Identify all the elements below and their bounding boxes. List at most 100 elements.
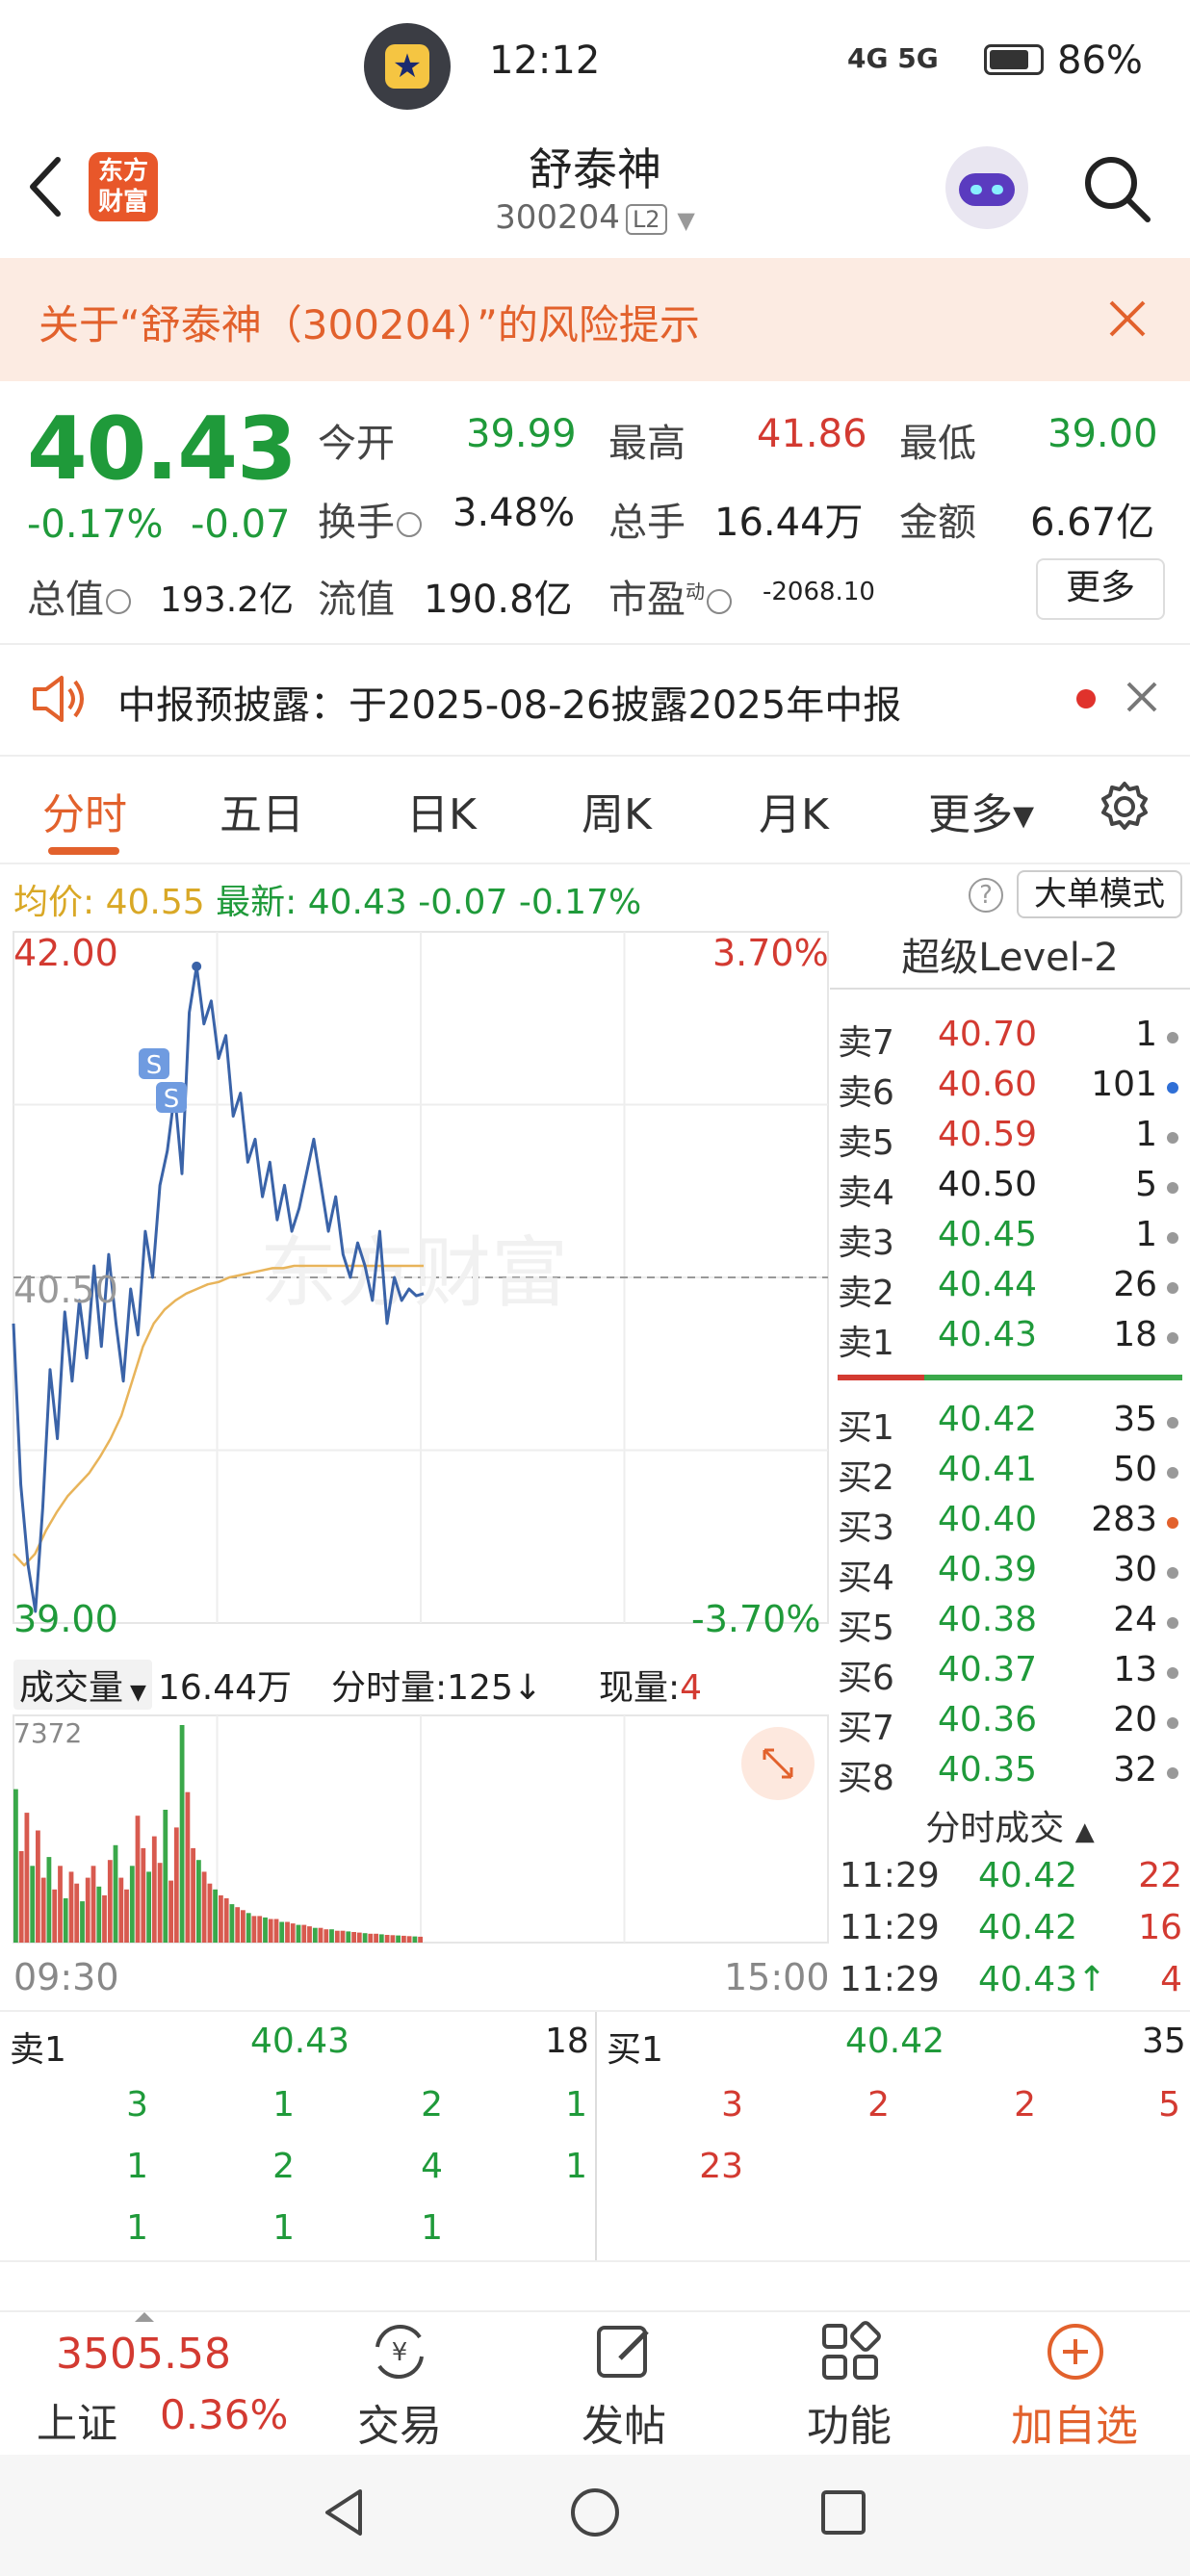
orderbook-level-label: 买7 [838, 1709, 894, 1748]
risk-banner-text[interactable]: 关于“舒泰神（300204）”的风险提示 [39, 293, 700, 351]
status-bar: ★ 12:12 4G 5G 86% [0, 0, 1190, 135]
trade-icon[interactable]: ¥ [366, 2318, 433, 2385]
pct-min-label: -3.70% [691, 1598, 821, 1640]
tab-monthly-k[interactable]: 月K [759, 780, 829, 841]
tab-five-day[interactable]: 五日 [220, 780, 304, 841]
queue-sell-cell: 2 [421, 2085, 443, 2125]
nav-add-watchlist[interactable]: 加自选 [1007, 2391, 1142, 2453]
pe-label[interactable]: 市盈动 [608, 568, 732, 624]
orderbook-row[interactable]: 卖2 40.44 26 [838, 1265, 1184, 1315]
float-label: 流值 [318, 578, 395, 622]
orderbook-row[interactable]: 买6 40.37 13 [838, 1650, 1184, 1700]
post-edit-icon[interactable] [591, 2318, 659, 2385]
tick-price: 40.42 [978, 1856, 1078, 1895]
turnover-label[interactable]: 换手 [318, 491, 422, 547]
volume-label: 总手 [608, 501, 686, 545]
close-icon[interactable] [1123, 678, 1161, 716]
change-amount: -0.07 [191, 502, 291, 547]
queue-sell-label: 卖1 [10, 2030, 66, 2070]
nav-trade[interactable]: 交易 [332, 2391, 467, 2453]
orderbook-row[interactable]: 卖3 40.45 1 [838, 1215, 1184, 1265]
divider [0, 643, 1190, 645]
tab-intraday[interactable]: 分时 [42, 780, 127, 841]
orderbook-dot [1167, 1417, 1178, 1429]
orderbook-row[interactable]: 买3 40.40 283 [838, 1500, 1184, 1550]
info-icon[interactable] [707, 589, 732, 614]
orderbook-row[interactable]: 买7 40.36 20 [838, 1700, 1184, 1750]
volume-bar [96, 1886, 102, 1943]
tick-volume: 16 [1138, 1908, 1182, 1947]
orderbook-row[interactable]: 买2 40.41 50 [838, 1450, 1184, 1500]
tab-more[interactable]: 更多▾ [928, 780, 1034, 841]
volume-bar [118, 1877, 124, 1943]
tab-daily-k[interactable]: 日K [406, 780, 477, 841]
mktcap-label[interactable]: 总值 [27, 568, 131, 624]
tab-weekly-k[interactable]: 周K [582, 780, 652, 841]
volume-dropdown[interactable]: 成交量 ▼ [13, 1660, 152, 1710]
orderbook-qty: 5 [1135, 1165, 1157, 1204]
orderbook-row[interactable]: 买4 40.39 30 [838, 1550, 1184, 1600]
orderbook-price: 40.45 [938, 1215, 1038, 1254]
svg-text:¥: ¥ [392, 2338, 408, 2367]
volume-bar [146, 1871, 151, 1943]
index-percent[interactable]: 0.36% [160, 2391, 288, 2438]
notice-text[interactable]: 中报预披露：于2025-08-26披露2025年中报 [117, 674, 901, 730]
open-value: 39.99 [466, 412, 577, 456]
help-icon[interactable]: ? [969, 878, 1003, 913]
orderbook-row[interactable]: 卖1 40.43 18 [838, 1315, 1184, 1365]
nav-function[interactable]: 功能 [782, 2391, 917, 2453]
orderbook-row[interactable]: 买8 40.35 32 [838, 1750, 1184, 1800]
divider [0, 2260, 1190, 2262]
orderbook-row[interactable]: 买1 40.42 35 [838, 1400, 1184, 1450]
pct-max-label: 3.70% [712, 932, 829, 974]
intraday-chart[interactable]: 东方财富 SS [0, 924, 830, 2008]
tick-volume-text: 分时量:125 [331, 1668, 513, 1708]
orderbook-row[interactable]: 卖5 40.59 1 [838, 1115, 1184, 1165]
y-mid-label: 40.50 [13, 1269, 118, 1311]
ticks-title[interactable]: 分时成交 ▲ [830, 1800, 1190, 1850]
queue-buy-cell: 3 [721, 2085, 743, 2125]
queue-buy-cell: 5 [1158, 2085, 1180, 2125]
pe-dynamic-tag: 动 [686, 580, 705, 604]
last-change: -0.07 [418, 883, 508, 922]
volume-bar [157, 1863, 163, 1943]
tick-volume: 4 [1160, 1960, 1182, 1999]
system-back-icon[interactable] [318, 2484, 375, 2541]
orderbook-qty: 24 [1113, 1600, 1157, 1639]
orderbook-level-label: 卖7 [838, 1023, 894, 1063]
index-name[interactable]: 上证 [37, 2391, 117, 2450]
close-icon[interactable] [1103, 295, 1151, 343]
orderbook-row[interactable]: 买5 40.38 24 [838, 1600, 1184, 1650]
queue-sell-cell: 1 [272, 2208, 295, 2248]
avg-label: 均价: [13, 883, 95, 922]
search-icon[interactable] [1080, 152, 1153, 225]
down-arrow-icon: ↓ [512, 1668, 543, 1708]
big-order-mode-button[interactable]: 大单模式 [1017, 870, 1182, 918]
orderbook-row[interactable]: 卖6 40.60 101 [838, 1065, 1184, 1115]
volume-bar [418, 1936, 423, 1943]
function-grid-icon[interactable] [816, 2318, 884, 2385]
assistant-robot-icon[interactable] [945, 146, 1028, 229]
orderbook-price: 40.36 [938, 1700, 1038, 1739]
system-home-icon[interactable] [566, 2484, 624, 2541]
nav-post[interactable]: 发帖 [556, 2391, 691, 2453]
x-start-label: 09:30 [13, 1956, 119, 1998]
settings-gear-icon[interactable] [1096, 778, 1153, 836]
volume-bar [235, 1907, 241, 1943]
add-watchlist-icon[interactable] [1042, 2318, 1109, 2385]
volume-bar [113, 1844, 118, 1943]
orderbook-qty: 283 [1091, 1500, 1157, 1539]
more-button[interactable]: 更多 [1036, 558, 1165, 620]
expand-icon[interactable] [741, 1727, 815, 1800]
orderbook-row[interactable]: 卖4 40.50 5 [838, 1165, 1184, 1215]
info-icon[interactable] [106, 589, 131, 614]
system-recents-icon[interactable] [815, 2484, 872, 2541]
queue-sell-cell: 4 [421, 2147, 443, 2186]
orderbook-dot [1167, 1032, 1178, 1043]
index-value[interactable]: 3505.58 [56, 2330, 231, 2379]
level2-title[interactable]: 超级Level-2 [830, 926, 1190, 990]
divider [0, 863, 1190, 864]
volume-bar [102, 1894, 107, 1943]
info-icon[interactable] [397, 512, 422, 537]
orderbook-row[interactable]: 卖7 40.70 1 [838, 1015, 1184, 1065]
